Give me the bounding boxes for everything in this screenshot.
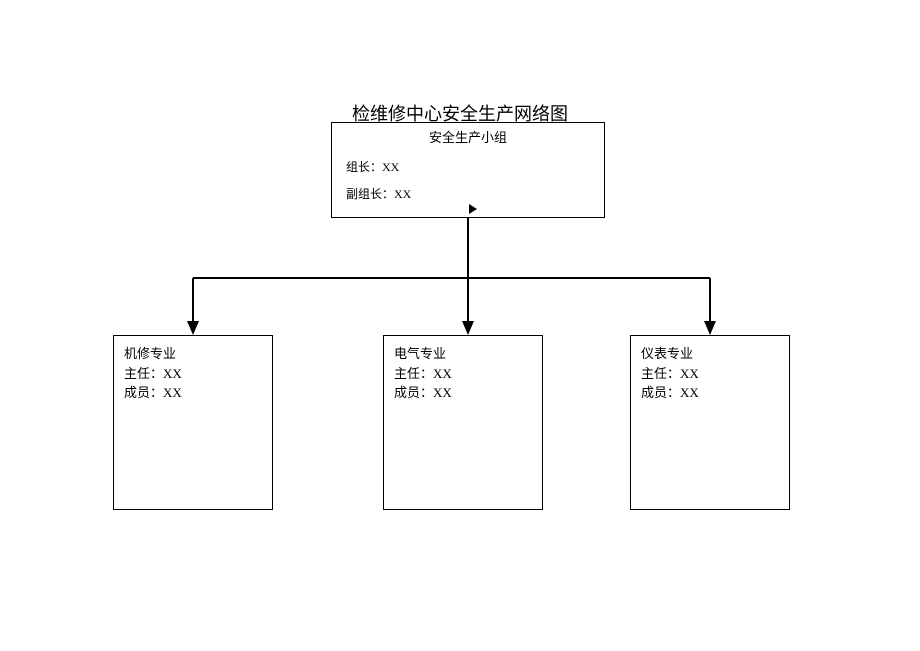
- member-label: 成员：: [641, 385, 680, 400]
- triangle-icon: [469, 204, 477, 214]
- member-label: 成员：: [124, 385, 163, 400]
- leader-value: XX: [382, 160, 399, 174]
- director-label: 主任：: [641, 366, 680, 381]
- director-value: XX: [680, 366, 699, 381]
- member-value: XX: [680, 385, 699, 400]
- leader-label: 组长：: [346, 160, 382, 174]
- child-name: 电气专业: [394, 344, 532, 364]
- deputy-label: 副组长：: [346, 187, 394, 201]
- member-value: XX: [433, 385, 452, 400]
- child-director: 主任：XX: [394, 364, 532, 384]
- director-value: XX: [163, 366, 182, 381]
- child-member: 成员：XX: [124, 383, 262, 403]
- child-box-electrical: 电气专业 主任：XX 成员：XX: [383, 335, 543, 510]
- deputy-value: XX: [394, 187, 411, 201]
- child-director: 主任：XX: [124, 364, 262, 384]
- child-name: 仪表专业: [641, 344, 779, 364]
- director-label: 主任：: [124, 366, 163, 381]
- top-group-box: 安全生产小组 组长：XX 副组长：XX: [331, 122, 605, 218]
- child-member: 成员：XX: [394, 383, 532, 403]
- member-value: XX: [163, 385, 182, 400]
- top-group-leader: 组长：XX: [332, 158, 604, 175]
- director-value: XX: [433, 366, 452, 381]
- child-box-instrument: 仪表专业 主任：XX 成员：XX: [630, 335, 790, 510]
- child-director: 主任：XX: [641, 364, 779, 384]
- top-group-header: 安全生产小组: [332, 127, 604, 146]
- child-member: 成员：XX: [641, 383, 779, 403]
- top-group-deputy: 副组长：XX: [332, 185, 604, 202]
- director-label: 主任：: [394, 366, 433, 381]
- member-label: 成员：: [394, 385, 433, 400]
- child-box-mechanical: 机修专业 主任：XX 成员：XX: [113, 335, 273, 510]
- child-name: 机修专业: [124, 344, 262, 364]
- connector-lines: [0, 0, 920, 651]
